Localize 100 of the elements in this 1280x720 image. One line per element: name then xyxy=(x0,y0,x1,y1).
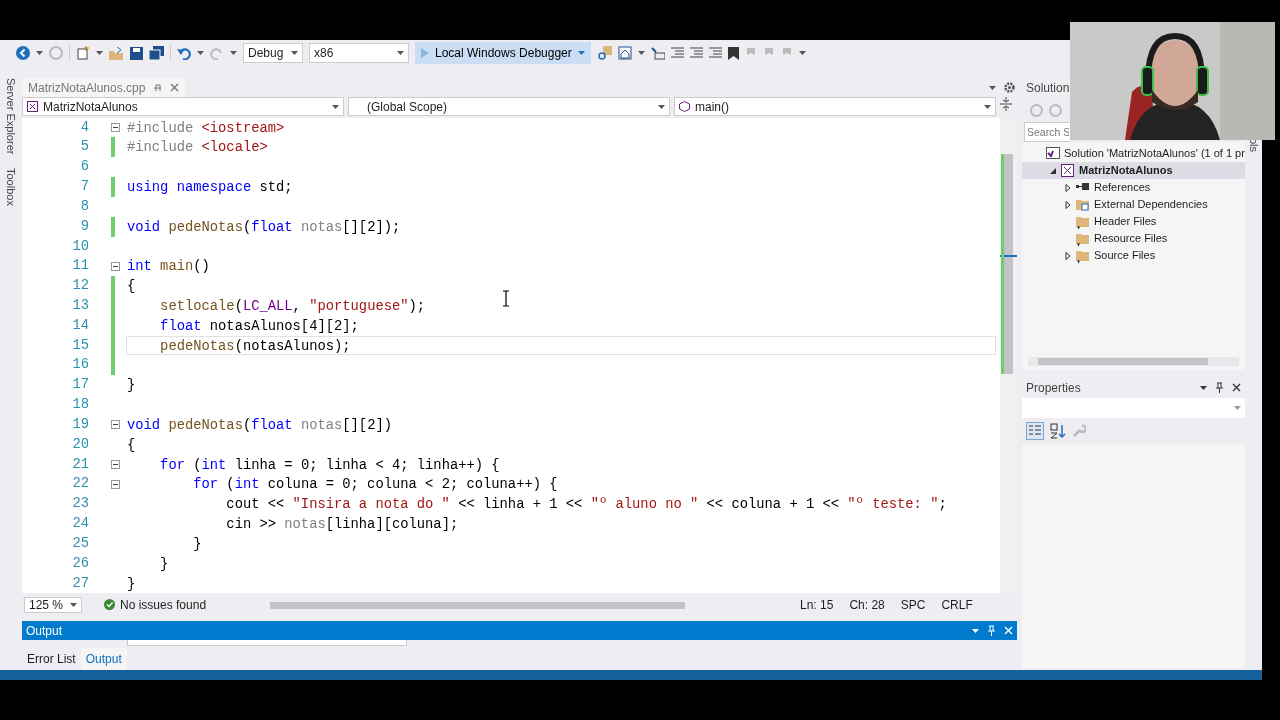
code-line: void pedeNotas(float notas[][2]); xyxy=(127,219,401,235)
tree-item[interactable]: MatrizNotaAlunos xyxy=(1022,162,1245,179)
debug-button[interactable]: Local Windows Debugger xyxy=(415,42,591,64)
collapse-icon[interactable] xyxy=(111,261,120,271)
code-line: } xyxy=(192,536,202,552)
code-line: } xyxy=(127,378,136,394)
step-icon[interactable] xyxy=(650,46,665,60)
code-line: { xyxy=(127,437,136,453)
caret-icon[interactable] xyxy=(1200,385,1207,390)
collapse-icon[interactable] xyxy=(111,122,120,132)
caret-icon[interactable] xyxy=(397,51,404,55)
save-icon[interactable] xyxy=(130,46,143,60)
code-line: #include <iostream> xyxy=(127,120,285,136)
code-line: int main() xyxy=(127,259,210,275)
panel-tab[interactable]: Output xyxy=(80,648,127,670)
panel-title: Output xyxy=(26,622,63,640)
caret-icon[interactable] xyxy=(989,85,996,90)
caret-icon[interactable] xyxy=(637,51,645,55)
change-marker xyxy=(111,216,115,237)
code-line: float notasAlunos[4][2]; xyxy=(159,318,359,334)
home-icon[interactable] xyxy=(617,46,632,60)
pin-icon[interactable] xyxy=(1215,382,1224,393)
code-line: cout << "Insira a nota do " << linha + 1 << "º aluno no " << coluna + 1 << "º teste: "; xyxy=(225,497,947,513)
line-number: 24 xyxy=(71,515,90,534)
member-dropdown[interactable]: main() xyxy=(674,97,996,116)
line-number: 27 xyxy=(71,574,90,593)
change-marker xyxy=(111,177,115,197)
search-field[interactable]: Search S xyxy=(1024,122,1070,142)
line-number: 9 xyxy=(79,217,90,236)
caret-icon[interactable] xyxy=(984,104,991,109)
project-dropdown[interactable]: MatrizNotaAlunos xyxy=(22,97,344,116)
change-marker xyxy=(111,137,115,158)
side-tab[interactable]: Toolbox xyxy=(2,168,20,207)
scope-dropdown[interactable]: (Global Scope) xyxy=(348,97,670,116)
code-line: using namespace std; xyxy=(127,180,293,196)
status-text: Ch: 28 xyxy=(849,596,885,614)
categorized-icon[interactable] xyxy=(1026,421,1044,440)
line-number: 23 xyxy=(71,495,90,514)
caret-icon[interactable] xyxy=(291,51,298,55)
project-icon xyxy=(1061,163,1075,178)
caret-icon[interactable] xyxy=(658,104,665,109)
code-line: for (int coluna = 0; coluna < 2; coluna++) { xyxy=(192,477,558,493)
back-icon[interactable] xyxy=(16,46,30,60)
collapsed-icon[interactable] xyxy=(1064,251,1072,260)
collapse-icon[interactable] xyxy=(111,460,120,470)
settings-icon[interactable] xyxy=(1004,82,1015,93)
code-line: pedeNotas(notasAlunos); xyxy=(159,338,351,354)
line-number: 8 xyxy=(79,197,90,216)
tree-item[interactable]: External Dependencies xyxy=(1022,196,1245,213)
project-icon xyxy=(27,101,38,112)
tree-item[interactable]: Source Files xyxy=(1022,247,1245,264)
code-line: { xyxy=(127,279,136,295)
close-icon[interactable] xyxy=(1232,383,1241,392)
find-icon[interactable] xyxy=(596,46,612,60)
expanded-icon[interactable] xyxy=(1049,166,1057,175)
line-number: 21 xyxy=(71,455,90,474)
line-number: 15 xyxy=(71,336,90,355)
caret-icon[interactable] xyxy=(230,51,237,55)
line-number: 14 xyxy=(71,316,90,335)
caret-icon[interactable] xyxy=(36,51,43,55)
tree-item[interactable]: Header Files xyxy=(1022,213,1245,230)
collapse-icon[interactable] xyxy=(111,420,120,430)
line-number: 4 xyxy=(79,118,90,137)
status-text: CRLF xyxy=(941,596,973,614)
undo-icon[interactable] xyxy=(177,46,191,60)
caret-icon[interactable] xyxy=(197,51,204,55)
code-line: setlocale(LC_ALL, "portuguese"); xyxy=(159,299,426,314)
code-line: void pedeNotas(float notas[][2]) xyxy=(127,417,392,433)
caret-icon[interactable] xyxy=(332,104,339,109)
horizontal-scrollbar[interactable] xyxy=(1028,356,1239,366)
code-line: } xyxy=(127,576,136,592)
folder-icon xyxy=(1076,231,1090,246)
line-number: 6 xyxy=(79,158,90,177)
line-number: 11 xyxy=(71,257,90,276)
zoom-dropdown[interactable]: 125 % xyxy=(24,596,82,613)
caret-icon[interactable] xyxy=(798,51,806,55)
save-all-icon[interactable] xyxy=(149,46,164,60)
line-number: 18 xyxy=(71,396,90,415)
panel-tab[interactable]: Error List xyxy=(22,648,81,670)
caret-icon[interactable] xyxy=(70,602,77,607)
code-line: #include <locale> xyxy=(127,140,268,156)
caret-icon[interactable] xyxy=(96,51,103,55)
tree-item[interactable]: References xyxy=(1022,179,1245,196)
side-tab[interactable]: Server Explorer xyxy=(2,78,20,155)
line-number: 26 xyxy=(71,554,90,573)
issues-status: No issues found xyxy=(120,596,207,614)
method-icon xyxy=(679,101,690,112)
tree-item[interactable]: Resource Files xyxy=(1022,230,1245,247)
split-icon[interactable] xyxy=(1000,97,1012,111)
platform-dropdown[interactable]: x86 xyxy=(309,43,409,63)
sort-alpha-icon[interactable] xyxy=(1050,422,1066,439)
bookmark-icon[interactable] xyxy=(727,46,739,60)
solution-icon xyxy=(1046,146,1060,161)
configuration-dropdown[interactable]: Debug xyxy=(243,43,303,63)
collapse-icon[interactable] xyxy=(111,479,120,489)
line-number: 7 xyxy=(79,178,90,197)
new-project-icon[interactable] xyxy=(76,46,90,60)
tree-item[interactable]: Solution 'MatrizNotaAlunos' (1 of 1 pr xyxy=(1022,145,1245,162)
folder-icon xyxy=(1076,214,1090,229)
folder-icon xyxy=(1076,248,1090,263)
